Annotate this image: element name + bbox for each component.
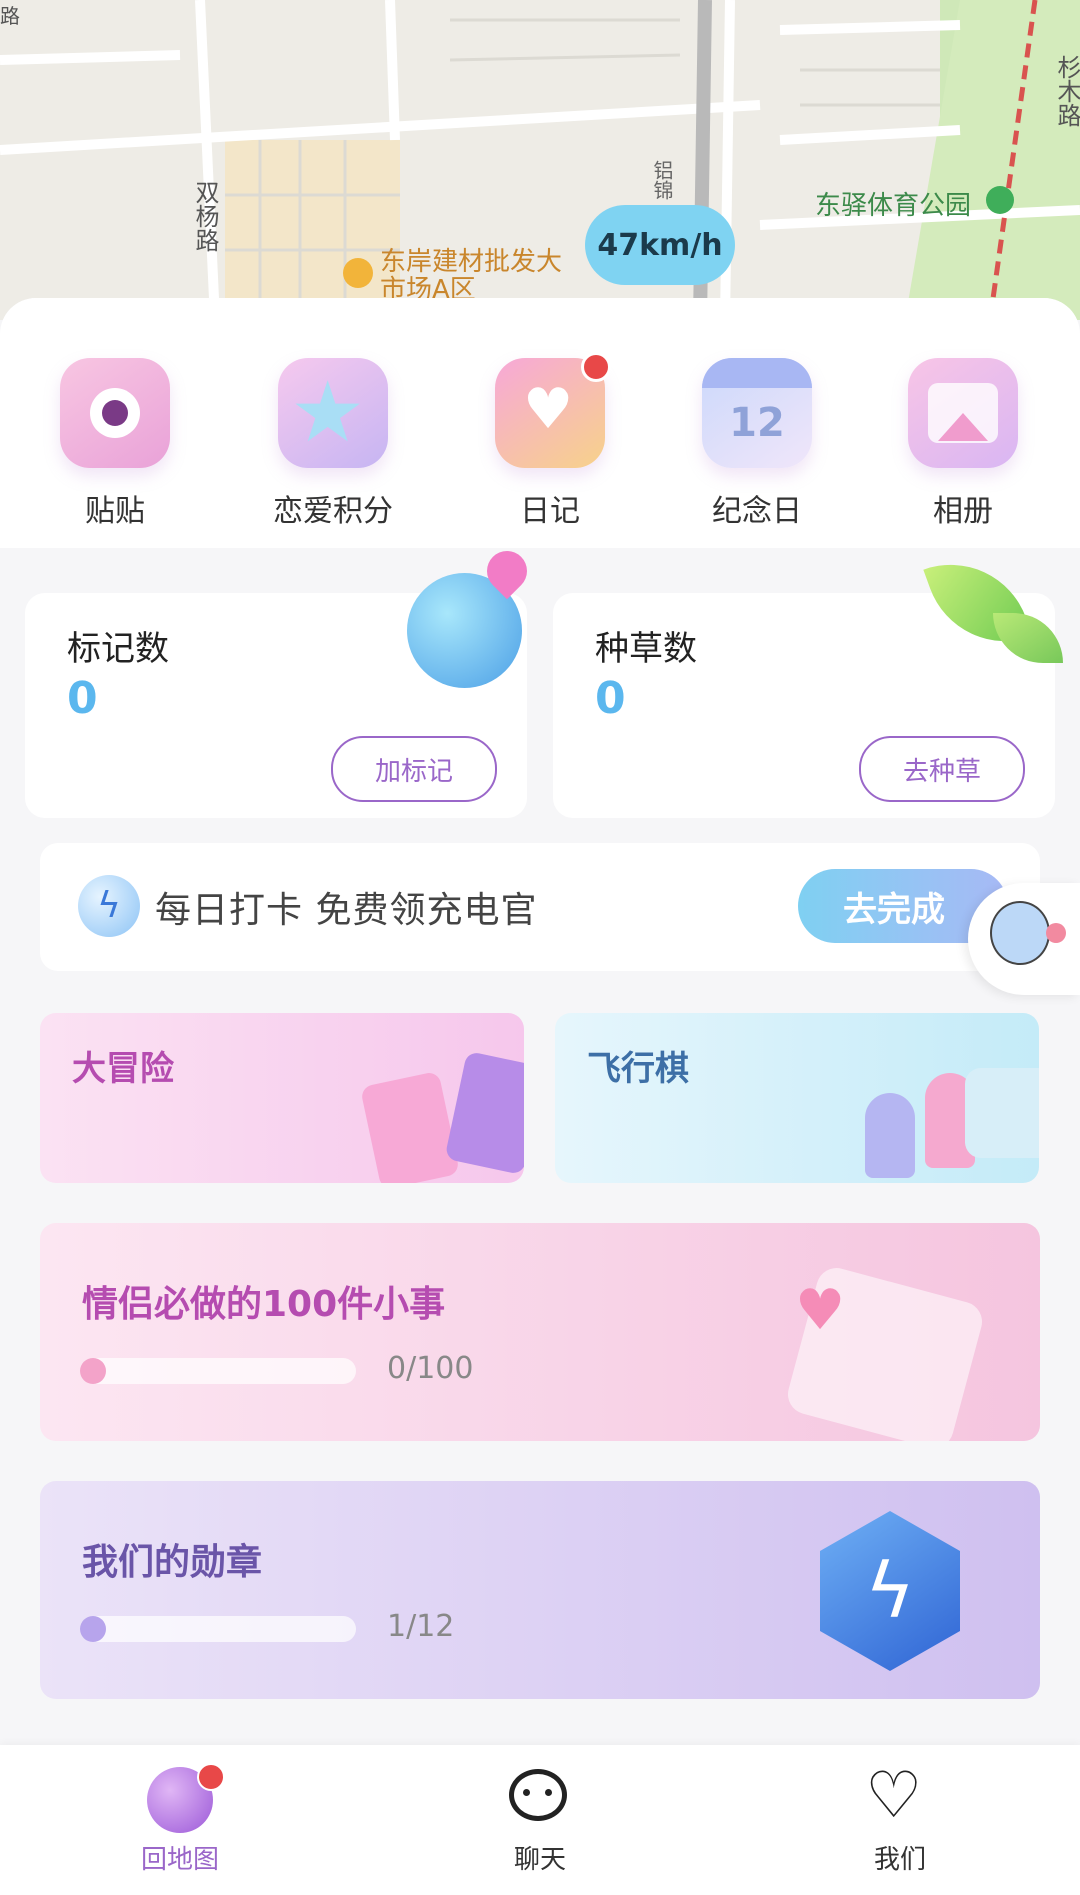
task-progress-fill bbox=[80, 1616, 106, 1642]
quick-album[interactable]: 相册 bbox=[883, 358, 1043, 530]
game-title: 大冒险 bbox=[72, 1049, 174, 1089]
bottom-sheet: 贴贴 ★ 恋爱积分 ♥ 日记 12 纪念日 相册 标记数 0 加标记 种草数 0… bbox=[0, 298, 1080, 1895]
hundred-things-card[interactable]: 情侣必做的100件小事 0/100 ♥ bbox=[40, 1223, 1040, 1441]
marker-count-card: 标记数 0 加标记 bbox=[25, 542, 536, 818]
grass-count-card: 种草数 0 去种草 bbox=[553, 542, 1063, 818]
camera-icon bbox=[60, 358, 170, 468]
quick-love-points[interactable]: ★ 恋爱积分 bbox=[253, 358, 413, 530]
park-pin-icon bbox=[986, 186, 1014, 214]
album-icon bbox=[908, 358, 1018, 468]
tab-chat[interactable]: 聊天 bbox=[460, 1767, 620, 1876]
stat-value: 0 bbox=[67, 673, 98, 724]
diary-badge bbox=[581, 352, 611, 382]
quick-label: 贴贴 bbox=[85, 494, 145, 529]
quick-tietie[interactable]: 贴贴 bbox=[35, 358, 195, 530]
daily-checkin-banner: ϟ 每日打卡 免费领充电官 去完成 bbox=[40, 843, 1040, 971]
add-marker-button[interactable]: 加标记 bbox=[331, 736, 497, 802]
tab-label: 聊天 bbox=[513, 1845, 566, 1875]
tab-label: 我们 bbox=[873, 1845, 926, 1875]
calendar-icon: 12 bbox=[702, 358, 812, 468]
market-poi-icon bbox=[343, 258, 373, 288]
road-label-shuangyang: 双杨路 bbox=[191, 180, 219, 252]
card-icon bbox=[359, 1070, 461, 1183]
quick-actions: 贴贴 ★ 恋爱积分 ♥ 日记 12 纪念日 相册 bbox=[0, 298, 1080, 548]
task-progress-bar bbox=[80, 1358, 356, 1384]
task-progress-fill bbox=[80, 1358, 106, 1384]
quick-label: 日记 bbox=[520, 494, 580, 529]
poi-label: 东岸建材批发大市场A区 bbox=[380, 247, 563, 305]
speed-badge: 47km/h bbox=[585, 205, 735, 285]
quick-label: 纪念日 bbox=[712, 494, 802, 529]
mascot-avatar[interactable] bbox=[968, 883, 1080, 995]
tab-bar: 回地图 聊天 ♡ 我们 bbox=[0, 1745, 1080, 1895]
quick-anniversary[interactable]: 12 纪念日 bbox=[677, 358, 837, 530]
heart-icon: ♥ bbox=[795, 1278, 846, 1343]
dice-icon bbox=[965, 1068, 1039, 1158]
stat-title: 标记数 bbox=[67, 629, 169, 669]
tab-map[interactable]: 回地图 bbox=[100, 1763, 260, 1876]
medals-card[interactable]: 我们的勋章 1/12 ϟ bbox=[40, 1481, 1040, 1699]
star-icon: ★ bbox=[278, 358, 388, 468]
quick-label: 相册 bbox=[933, 494, 993, 529]
tab-us[interactable]: ♡ 我们 bbox=[820, 1759, 980, 1876]
road-label-shanmu: 杉木路 bbox=[1053, 55, 1080, 127]
globe-pin-icon bbox=[407, 542, 536, 688]
ludo-card[interactable]: 飞行棋 bbox=[555, 1013, 1039, 1183]
quick-diary[interactable]: ♥ 日记 bbox=[470, 352, 630, 530]
plant-grass-button[interactable]: 去种草 bbox=[859, 736, 1025, 802]
game-title: 飞行棋 bbox=[587, 1049, 689, 1089]
stat-value: 0 bbox=[595, 673, 626, 724]
pawn-icon bbox=[865, 1093, 915, 1178]
task-progress-text: 0/100 bbox=[387, 1351, 474, 1386]
daily-checkin-text: 每日打卡 免费领充电官 bbox=[155, 890, 538, 931]
tab-label: 回地图 bbox=[140, 1845, 219, 1875]
medal-badge-icon: ϟ bbox=[820, 1511, 960, 1671]
calendar-day: 12 bbox=[729, 400, 785, 446]
map-view[interactable]: 双杨路 杉木路 铝锦 路 东驿体育公园 东岸建材批发大市场A区 47km/h bbox=[0, 0, 1080, 320]
task-title: 我们的勋章 bbox=[82, 1542, 263, 1583]
diary-icon: ♥ bbox=[495, 352, 611, 468]
quick-label: 恋爱积分 bbox=[273, 494, 393, 529]
task-progress-bar bbox=[80, 1616, 356, 1642]
card-icon-2 bbox=[444, 1050, 524, 1176]
road-label-corner: 路 bbox=[0, 4, 20, 28]
park-label: 东驿体育公园 bbox=[815, 191, 972, 221]
globe-tab-icon bbox=[145, 1763, 225, 1833]
leaf-icon-small bbox=[993, 613, 1063, 663]
task-progress-text: 1/12 bbox=[387, 1609, 455, 1644]
double-heart-icon: ♡ bbox=[865, 1759, 923, 1833]
task-title: 情侣必做的100件小事 bbox=[82, 1284, 446, 1325]
chat-bubble-icon bbox=[505, 1767, 575, 1833]
road-label-lvjin: 铝锦 bbox=[650, 160, 674, 200]
tab-badge bbox=[197, 1763, 225, 1791]
stat-title: 种草数 bbox=[595, 629, 697, 669]
lightning-icon: ϟ bbox=[78, 875, 140, 937]
truth-dare-card[interactable]: 大冒险 bbox=[40, 1013, 524, 1183]
